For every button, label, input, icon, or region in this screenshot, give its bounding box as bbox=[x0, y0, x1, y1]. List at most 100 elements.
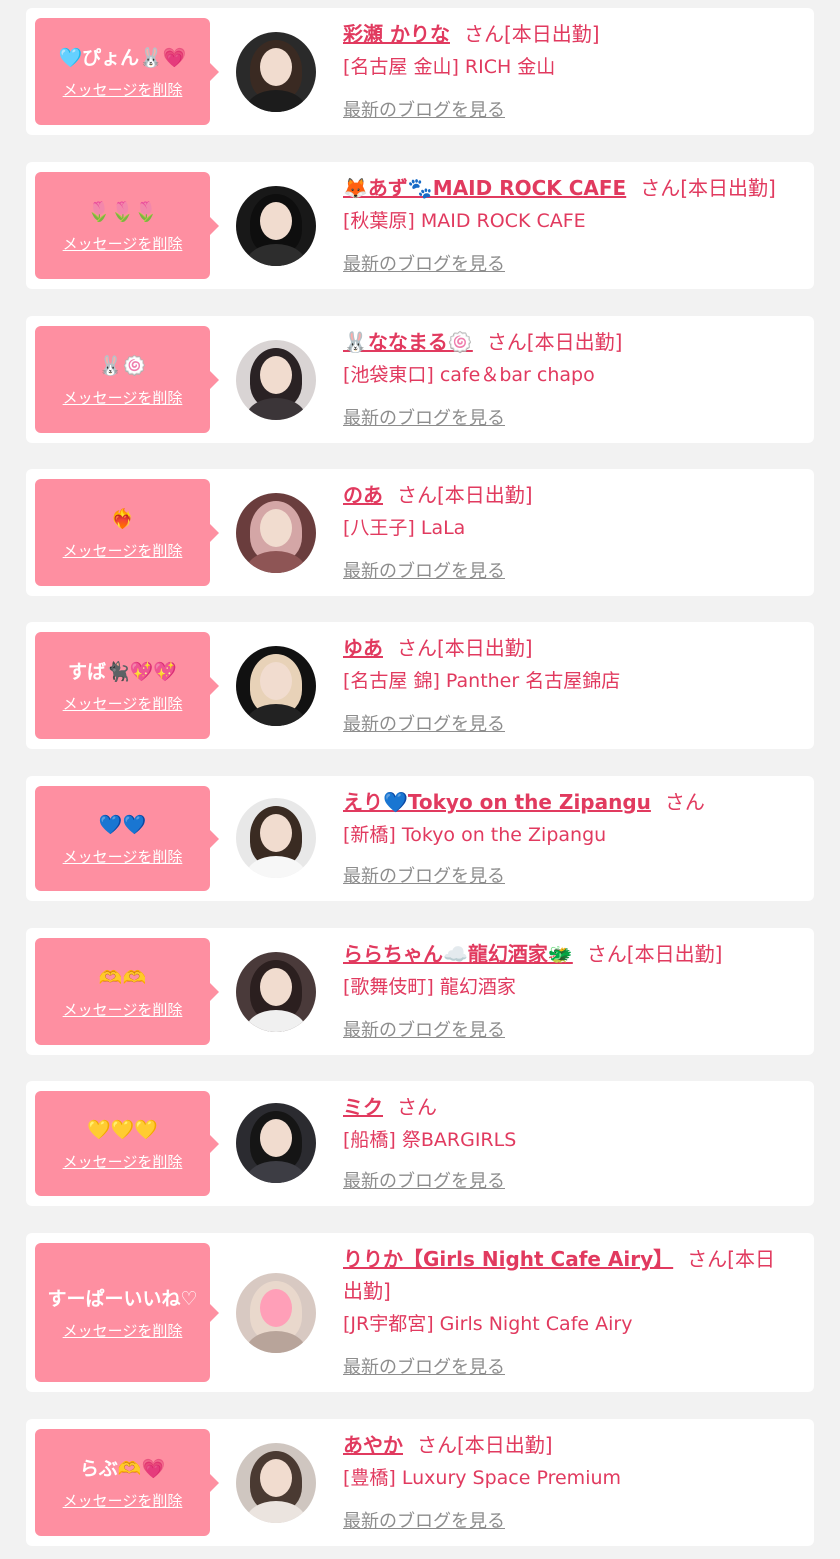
cast-name-link[interactable]: ミク bbox=[343, 1095, 383, 1119]
message-bubble: 🫶🫶 メッセージを削除 bbox=[35, 938, 219, 1045]
delete-message-link[interactable]: メッセージを削除 bbox=[63, 81, 183, 99]
latest-blog-link[interactable]: 最新のブログを見る bbox=[343, 1511, 505, 1533]
cast-name-link[interactable]: 彩瀬 かりな bbox=[343, 22, 450, 46]
cast-info: 🦊あず🐾MAID ROCK CAFE さん[本日出勤] [秋葉原] MAID RO… bbox=[343, 172, 794, 236]
message-text: 🫶🫶 bbox=[98, 966, 147, 989]
avatar[interactable] bbox=[236, 646, 316, 726]
cast-name-link[interactable]: 🐰ななまる🍥 bbox=[343, 330, 473, 354]
cast-status: さん[本日出勤] bbox=[417, 1433, 553, 1457]
message-text: 🐰🍥 bbox=[98, 354, 147, 377]
avatar[interactable] bbox=[236, 32, 316, 112]
delete-message-link[interactable]: メッセージを削除 bbox=[63, 695, 183, 713]
delete-message-link[interactable]: メッセージを削除 bbox=[63, 1492, 183, 1510]
favorites-list: 🩵ぴょん🐰💗 メッセージを削除 彩瀬 かりな さん[本日出勤] [名古屋 金山] … bbox=[0, 0, 840, 1559]
cast-name-link[interactable]: あやか bbox=[343, 1433, 403, 1457]
delete-message-link[interactable]: メッセージを削除 bbox=[63, 235, 183, 253]
message-bubble: 🌷🌷🌷 メッセージを削除 bbox=[35, 172, 219, 279]
cast-status: さん bbox=[664, 790, 705, 814]
avatar[interactable] bbox=[236, 1273, 316, 1353]
cast-info: のあ さん[本日出勤] [八王子] LaLa bbox=[343, 479, 794, 543]
cast-info: ららちゃん☁️龍幻酒家🐲 さん[本日出勤] [歌舞伎町] 龍幻酒家 bbox=[343, 938, 794, 1002]
message-bubble: 💙💙 メッセージを削除 bbox=[35, 786, 219, 891]
message-text: 🌷🌷🌷 bbox=[87, 200, 158, 223]
latest-blog-link[interactable]: 最新のブログを見る bbox=[343, 1020, 505, 1042]
delete-message-link[interactable]: メッセージを削除 bbox=[63, 542, 183, 560]
list-item: 🐰🍥 メッセージを削除 🐰ななまる🍥 さん[本日出勤] [池袋東口] cafe＆b… bbox=[26, 316, 814, 443]
latest-blog-link[interactable]: 最新のブログを見る bbox=[343, 408, 505, 430]
list-item: 💙💙 メッセージを削除 えり💙Tokyo on the Zipangu さん [新… bbox=[26, 776, 814, 901]
shop-label: [豊橋] Luxury Space Premium bbox=[343, 1467, 622, 1489]
shop-label: [八王子] LaLa bbox=[343, 517, 466, 539]
list-item: 🌷🌷🌷 メッセージを削除 🦊あず🐾MAID ROCK CAFE さん[本日出勤] … bbox=[26, 162, 814, 289]
message-bubble: らぶ🫶💗 メッセージを削除 bbox=[35, 1429, 219, 1536]
cast-info: 彩瀬 かりな さん[本日出勤] [名古屋 金山] RICH 金山 bbox=[343, 18, 794, 82]
delete-message-link[interactable]: メッセージを削除 bbox=[63, 1001, 183, 1019]
list-item: すば🐈‍⬛💖💖 メッセージを削除 ゆあ さん[本日出勤] [名古屋 錦] Pant… bbox=[26, 622, 814, 749]
cast-status: さん[本日出勤] bbox=[486, 330, 623, 354]
delete-message-link[interactable]: メッセージを削除 bbox=[63, 848, 183, 866]
message-text: ❤️‍🔥 bbox=[110, 507, 135, 530]
cast-info: りりか【Girls Night Cafe Airy】 さん[本日出勤] [JR宇都… bbox=[343, 1243, 794, 1339]
shop-label: [新橋] Tokyo on the Zipangu bbox=[343, 824, 607, 846]
message-bubble: ❤️‍🔥 メッセージを削除 bbox=[35, 479, 219, 586]
avatar[interactable] bbox=[236, 1103, 316, 1183]
list-item: 💛💛💛 メッセージを削除 ミク さん [船橋] 祭BARGIRLS 最新のブログを… bbox=[26, 1081, 814, 1206]
cast-status: さん bbox=[397, 1095, 437, 1119]
delete-message-link[interactable]: メッセージを削除 bbox=[63, 1153, 183, 1171]
avatar[interactable] bbox=[236, 186, 316, 266]
latest-blog-link[interactable]: 最新のブログを見る bbox=[343, 254, 505, 276]
message-bubble: すーぱーいいね♡ メッセージを削除 bbox=[35, 1243, 219, 1382]
cast-status: さん[本日出勤] bbox=[640, 176, 776, 200]
delete-message-link[interactable]: メッセージを削除 bbox=[63, 389, 183, 407]
list-item: 🩵ぴょん🐰💗 メッセージを削除 彩瀬 かりな さん[本日出勤] [名古屋 金山] … bbox=[26, 8, 814, 135]
shop-label: [船橋] 祭BARGIRLS bbox=[343, 1129, 517, 1151]
message-bubble: 🩵ぴょん🐰💗 メッセージを削除 bbox=[35, 18, 219, 125]
shop-label: [池袋東口] cafe＆bar chapo bbox=[343, 364, 595, 386]
message-text: すーぱーいいね♡ bbox=[47, 1287, 198, 1310]
cast-name-link[interactable]: えり💙Tokyo on the Zipangu bbox=[343, 790, 651, 814]
message-text: 💛💛💛 bbox=[87, 1118, 158, 1141]
message-text: らぶ🫶💗 bbox=[79, 1457, 166, 1480]
avatar[interactable] bbox=[236, 1443, 316, 1523]
cast-status: さん[本日出勤] bbox=[463, 22, 600, 46]
latest-blog-link[interactable]: 最新のブログを見る bbox=[343, 561, 505, 583]
cast-info: ミク さん [船橋] 祭BARGIRLS bbox=[343, 1091, 794, 1155]
cast-status: さん[本日出勤] bbox=[397, 483, 533, 507]
cast-status: さん[本日出勤] bbox=[586, 942, 723, 966]
cast-info: えり💙Tokyo on the Zipangu さん [新橋] Tokyo on … bbox=[343, 786, 794, 850]
cast-info: ゆあ さん[本日出勤] [名古屋 錦] Panther 名古屋錦店 bbox=[343, 632, 794, 696]
avatar[interactable] bbox=[236, 798, 316, 878]
shop-label: [JR宇都宮] Girls Night Cafe Airy bbox=[343, 1313, 633, 1335]
list-item: すーぱーいいね♡ メッセージを削除 りりか【Girls Night Cafe A… bbox=[26, 1233, 814, 1392]
message-bubble: すば🐈‍⬛💖💖 メッセージを削除 bbox=[35, 632, 219, 739]
cast-name-link[interactable]: のあ bbox=[343, 483, 383, 507]
list-item: 🫶🫶 メッセージを削除 ららちゃん☁️龍幻酒家🐲 さん[本日出勤] [歌舞伎町] … bbox=[26, 928, 814, 1055]
cast-name-link[interactable]: りりか【Girls Night Cafe Airy】 bbox=[343, 1247, 673, 1271]
list-item: らぶ🫶💗 メッセージを削除 あやか さん[本日出勤] [豊橋] Luxury Sp… bbox=[26, 1419, 814, 1546]
shop-label: [名古屋 金山] RICH 金山 bbox=[343, 56, 556, 78]
latest-blog-link[interactable]: 最新のブログを見る bbox=[343, 866, 505, 888]
delete-message-link[interactable]: メッセージを削除 bbox=[63, 1322, 183, 1340]
shop-label: [歌舞伎町] 龍幻酒家 bbox=[343, 976, 516, 998]
message-text: すば🐈‍⬛💖💖 bbox=[68, 660, 177, 683]
shop-label: [秋葉原] MAID ROCK CAFE bbox=[343, 210, 586, 232]
list-item: ❤️‍🔥 メッセージを削除 のあ さん[本日出勤] [八王子] LaLa 最新のブ… bbox=[26, 469, 814, 596]
latest-blog-link[interactable]: 最新のブログを見る bbox=[343, 1171, 505, 1193]
avatar[interactable] bbox=[236, 493, 316, 573]
message-bubble: 💛💛💛 メッセージを削除 bbox=[35, 1091, 219, 1196]
cast-info: 🐰ななまる🍥 さん[本日出勤] [池袋東口] cafe＆bar chapo bbox=[343, 326, 794, 390]
latest-blog-link[interactable]: 最新のブログを見る bbox=[343, 1357, 505, 1379]
message-text: 💙💙 bbox=[98, 813, 147, 836]
shop-label: [名古屋 錦] Panther 名古屋錦店 bbox=[343, 670, 621, 692]
cast-info: あやか さん[本日出勤] [豊橋] Luxury Space Premium bbox=[343, 1429, 794, 1493]
message-bubble: 🐰🍥 メッセージを削除 bbox=[35, 326, 219, 433]
avatar[interactable] bbox=[236, 340, 316, 420]
latest-blog-link[interactable]: 最新のブログを見る bbox=[343, 714, 505, 736]
cast-name-link[interactable]: ららちゃん☁️龍幻酒家🐲 bbox=[343, 942, 573, 966]
avatar[interactable] bbox=[236, 952, 316, 1032]
cast-status: さん[本日出勤] bbox=[397, 636, 533, 660]
message-text: 🩵ぴょん🐰💗 bbox=[58, 46, 187, 69]
latest-blog-link[interactable]: 最新のブログを見る bbox=[343, 100, 505, 122]
cast-name-link[interactable]: ゆあ bbox=[343, 636, 383, 660]
cast-name-link[interactable]: 🦊あず🐾MAID ROCK CAFE bbox=[343, 176, 626, 200]
